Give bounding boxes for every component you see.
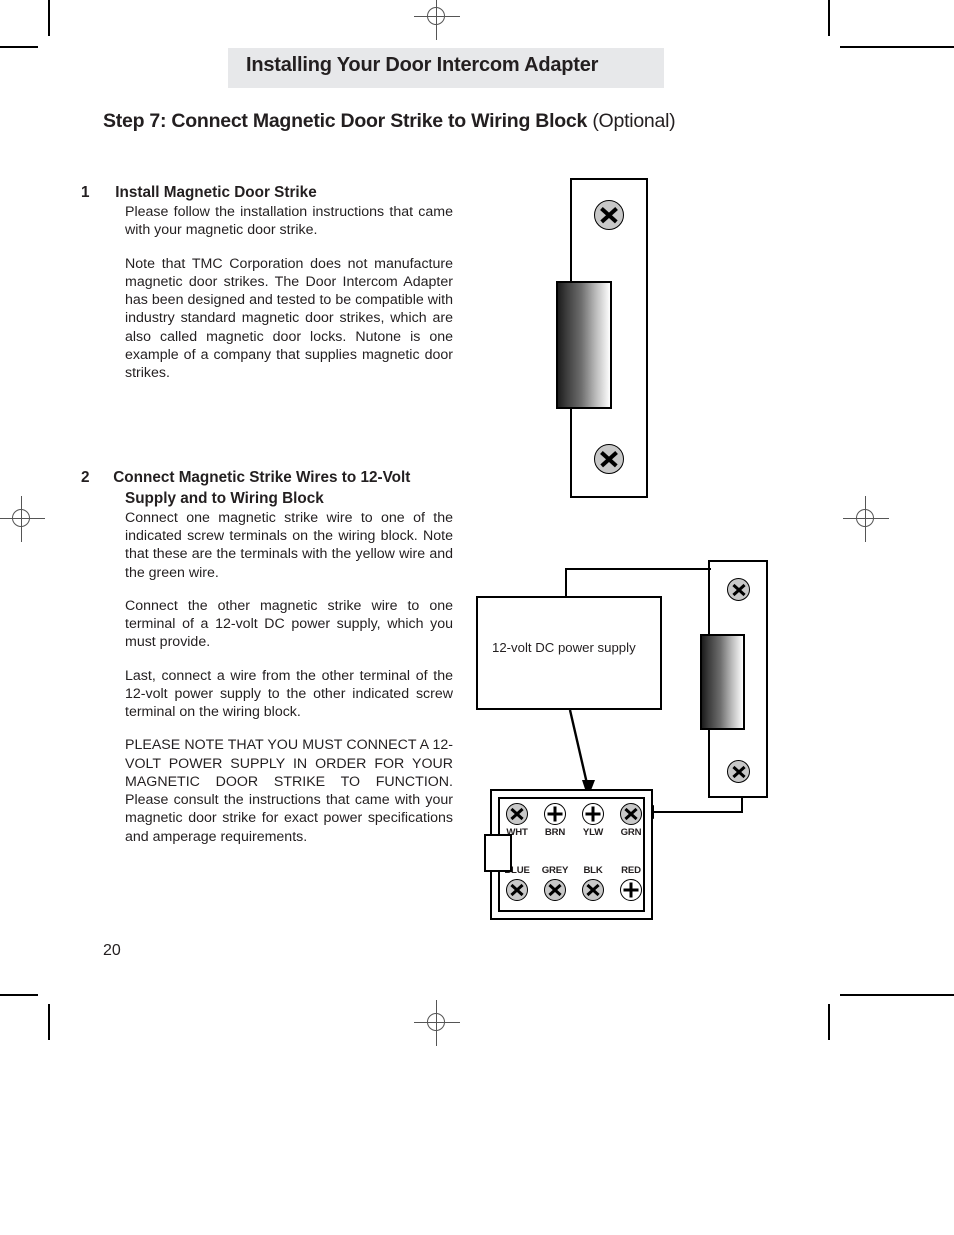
terminal-brn-label: BRN xyxy=(544,827,566,838)
step-title-bold: Step 7: Connect Magnetic Door Strike to … xyxy=(103,110,588,132)
terminal-red-screw-icon[interactable] xyxy=(620,878,642,901)
terminal-ylw-label: YLW xyxy=(582,827,604,838)
instruction-2-title: Connect Magnetic Strike Wires to 12-Volt… xyxy=(113,469,411,507)
instruction-item-2: 2 Connect Magnetic Strike Wires to 12-Vo… xyxy=(81,468,453,846)
registration-mark-bottom xyxy=(414,1000,460,1046)
door-strike-lower-screw-bottom xyxy=(727,760,750,783)
wire-psu-to-strike-horizontal xyxy=(565,568,711,570)
crop-mark-bottom-right-horizontal xyxy=(840,994,954,996)
door-strike-lower-screw-top xyxy=(727,578,750,601)
terminal-grn-label: GRN xyxy=(620,827,642,838)
instruction-2-body: Connect one magnetic strike wire to one … xyxy=(125,509,453,846)
instruction-2-paragraph-2: Connect the other magnetic strike wire t… xyxy=(125,597,453,651)
terminal-red-label: RED xyxy=(621,865,641,876)
page-title: Step 7: Connect Magnetic Door Strike to … xyxy=(103,110,676,133)
terminal-grey[interactable]: GREY xyxy=(538,865,572,901)
terminal-brn[interactable]: BRN xyxy=(538,803,572,838)
door-strike-keeper-bottom xyxy=(700,634,745,730)
wire-strike-to-grn-vertical xyxy=(741,798,743,812)
terminal-blk-screw-icon[interactable] xyxy=(582,878,604,901)
running-header-title: Installing Your Door Intercom Adapter xyxy=(246,54,599,76)
terminal-grn-screw-icon[interactable] xyxy=(620,803,642,825)
terminal-red[interactable]: RED xyxy=(614,865,648,901)
instruction-2-heading: 2 Connect Magnetic Strike Wires to 12-Vo… xyxy=(81,469,411,507)
door-strike-screw-bottom xyxy=(594,444,624,474)
instruction-1-paragraph-2: Note that TMC Corporation does not manuf… xyxy=(125,255,453,382)
terminal-wht-screw-icon[interactable] xyxy=(506,803,528,825)
door-strike-screw-top xyxy=(594,200,624,230)
page-number: 20 xyxy=(103,942,121,959)
instruction-1-title: Install Magnetic Door Strike xyxy=(115,184,317,201)
crop-mark-bottom-left-vertical xyxy=(48,1004,50,1040)
terminal-grey-screw-icon[interactable] xyxy=(544,878,566,901)
terminal-wht[interactable]: WHT xyxy=(500,803,534,838)
wire-psu-to-ylw-terminal xyxy=(568,709,595,798)
registration-mark-top xyxy=(414,0,460,40)
door-strike-keeper-top xyxy=(556,281,612,409)
terminal-blk-label: BLK xyxy=(583,865,603,876)
instruction-item-1: 1 Install Magnetic Door Strike Please fo… xyxy=(81,183,453,382)
terminal-ylw[interactable]: YLW xyxy=(576,803,610,838)
crop-mark-top-left-horizontal xyxy=(0,46,38,48)
instruction-1-paragraph-1: Please follow the installation instructi… xyxy=(125,204,453,239)
wiring-block-side-tab xyxy=(484,834,512,872)
terminal-ylw-screw-icon[interactable] xyxy=(582,803,604,825)
crop-mark-top-left-vertical xyxy=(48,0,50,36)
wire-psu-to-strike-vertical xyxy=(565,568,567,598)
crop-mark-top-right-vertical xyxy=(828,0,830,36)
document-page: Installing Your Door Intercom Adapter St… xyxy=(0,0,954,1235)
instruction-1-body: Please follow the installation instructi… xyxy=(125,203,453,382)
crop-mark-bottom-left-horizontal xyxy=(0,994,38,996)
instruction-2-paragraph-4: PLEASE NOTE THAT YOU MUST CONNECT A 12-V… xyxy=(125,737,453,845)
terminal-grn[interactable]: GRN xyxy=(614,803,648,838)
terminal-brn-screw-icon[interactable] xyxy=(544,803,566,825)
step-title-optional: (Optional) xyxy=(592,110,676,132)
instruction-1-heading: 1 Install Magnetic Door Strike xyxy=(81,184,317,201)
crop-mark-bottom-right-vertical xyxy=(828,1004,830,1040)
body-text-column: 1 Install Magnetic Door Strike Please fo… xyxy=(81,183,453,846)
terminal-blue-screw-icon[interactable] xyxy=(506,878,528,901)
crop-mark-top-right-horizontal xyxy=(840,46,954,48)
registration-mark-left xyxy=(0,496,45,542)
registration-mark-right xyxy=(843,496,889,542)
wire-strike-to-grn-horizontal xyxy=(652,811,743,813)
terminal-grey-label: GREY xyxy=(541,865,569,876)
terminal-blk[interactable]: BLK xyxy=(576,865,610,901)
instruction-2-paragraph-1: Connect one magnetic strike wire to one … xyxy=(125,509,453,581)
instruction-2-paragraph-3: Last, connect a wire from the other term… xyxy=(125,667,453,721)
power-supply-label: 12-volt DC power supply xyxy=(492,640,636,655)
